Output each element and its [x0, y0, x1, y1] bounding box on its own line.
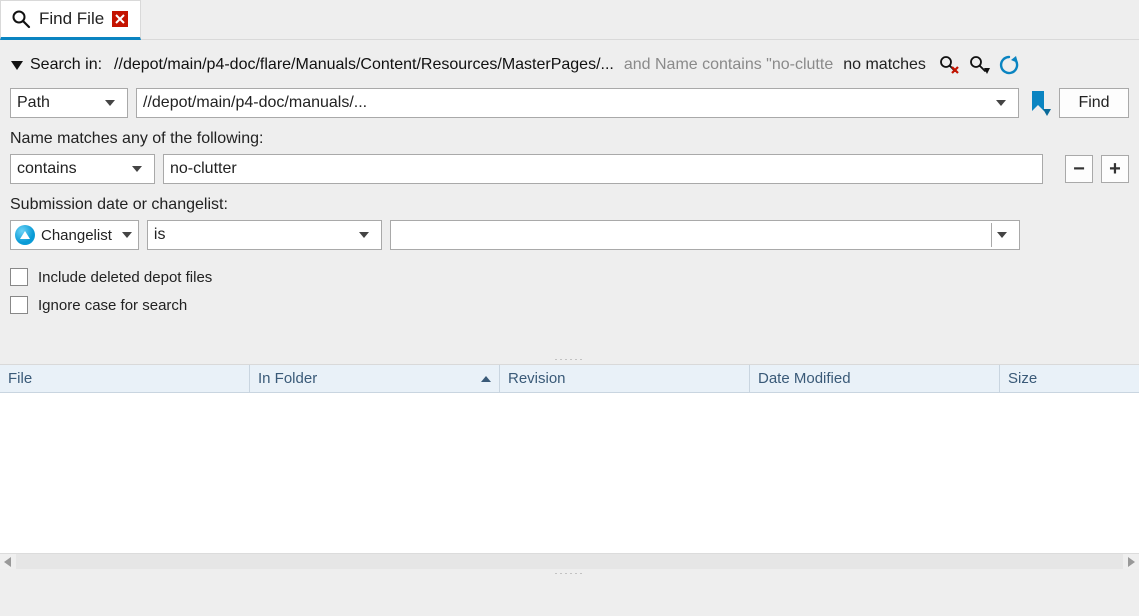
- sort-asc-icon: [481, 376, 491, 382]
- clear-search-icon[interactable]: [938, 54, 960, 76]
- find-button[interactable]: Find: [1059, 88, 1129, 118]
- refresh-icon[interactable]: [998, 54, 1020, 76]
- search-in-path: //depot/main/p4-doc/flare/Manuals/Conten…: [114, 56, 614, 74]
- name-operator-select[interactable]: contains: [10, 154, 155, 184]
- chevron-down-icon: [126, 157, 148, 181]
- cl-value-input[interactable]: [390, 220, 1020, 250]
- results-body[interactable]: [0, 393, 1139, 553]
- add-condition-button[interactable]: +: [1101, 155, 1129, 183]
- scroll-right-icon[interactable]: [1123, 554, 1139, 570]
- ignore-case-checkbox[interactable]: [10, 296, 28, 314]
- scope-path-field[interactable]: [143, 91, 990, 115]
- tab-bar: Find File: [0, 0, 1139, 40]
- scope-type-value: Path: [17, 94, 99, 112]
- scope-row: Path Find: [10, 88, 1129, 118]
- name-value-input[interactable]: [163, 154, 1043, 184]
- include-deleted-checkbox[interactable]: [10, 268, 28, 286]
- chevron-down-icon[interactable]: [990, 91, 1012, 115]
- include-deleted-row[interactable]: Include deleted depot files: [10, 268, 1129, 286]
- scope-type-select[interactable]: Path: [10, 88, 128, 118]
- changelist-mode-value: Changelist: [41, 227, 112, 244]
- col-size[interactable]: Size: [1000, 365, 1139, 392]
- remove-condition-button[interactable]: −: [1065, 155, 1093, 183]
- col-file[interactable]: File: [0, 365, 250, 392]
- date-cl-row: Changelist is: [10, 220, 1129, 250]
- cl-operator-select[interactable]: is: [147, 220, 382, 250]
- search-panel: Search in: //depot/main/p4-doc/flare/Man…: [0, 40, 1139, 354]
- cl-operator-value: is: [154, 226, 353, 244]
- save-search-icon[interactable]: [968, 54, 990, 76]
- scope-path-input[interactable]: [136, 88, 1019, 118]
- col-date-modified[interactable]: Date Modified: [750, 365, 1000, 392]
- search-filter-text: and Name contains "no-clutte: [624, 56, 833, 74]
- bottom-grip[interactable]: ······: [0, 569, 1139, 577]
- chevron-down-icon: [122, 232, 132, 238]
- horizontal-scrollbar[interactable]: [0, 553, 1139, 569]
- chevron-down-icon: [353, 223, 375, 247]
- col-in-folder[interactable]: In Folder: [250, 365, 500, 392]
- collapse-toggle-icon[interactable]: [10, 59, 24, 71]
- chevron-down-icon: [99, 91, 121, 115]
- bookmark-icon[interactable]: [1027, 89, 1051, 117]
- scroll-track[interactable]: [16, 554, 1123, 569]
- results-pane: File In Folder Revision Date Modified Si…: [0, 364, 1139, 553]
- search-in-label: Search in:: [30, 56, 102, 74]
- include-deleted-label: Include deleted depot files: [38, 269, 212, 286]
- changelist-mode-select[interactable]: Changelist: [10, 220, 139, 250]
- results-header: File In Folder Revision Date Modified Si…: [0, 365, 1139, 393]
- name-operator-value: contains: [17, 160, 126, 178]
- search-summary: Search in: //depot/main/p4-doc/flare/Man…: [10, 48, 1129, 82]
- search-icon: [11, 9, 31, 29]
- tab-find-file[interactable]: Find File: [0, 0, 141, 40]
- splitter-handle[interactable]: ······: [0, 354, 1139, 364]
- name-match-label: Name matches any of the following:: [10, 130, 1129, 148]
- cl-value-field[interactable]: [397, 223, 991, 247]
- chevron-down-icon[interactable]: [991, 223, 1013, 247]
- date-cl-label: Submission date or changelist:: [10, 196, 1129, 214]
- tab-title: Find File: [39, 9, 104, 29]
- col-revision[interactable]: Revision: [500, 365, 750, 392]
- scroll-left-icon[interactable]: [0, 554, 16, 570]
- ignore-case-row[interactable]: Ignore case for search: [10, 296, 1129, 314]
- match-count: no matches: [843, 56, 926, 74]
- name-match-row: contains − +: [10, 154, 1129, 184]
- changelist-icon: [15, 225, 35, 245]
- close-icon[interactable]: [112, 11, 128, 27]
- ignore-case-label: Ignore case for search: [38, 297, 187, 314]
